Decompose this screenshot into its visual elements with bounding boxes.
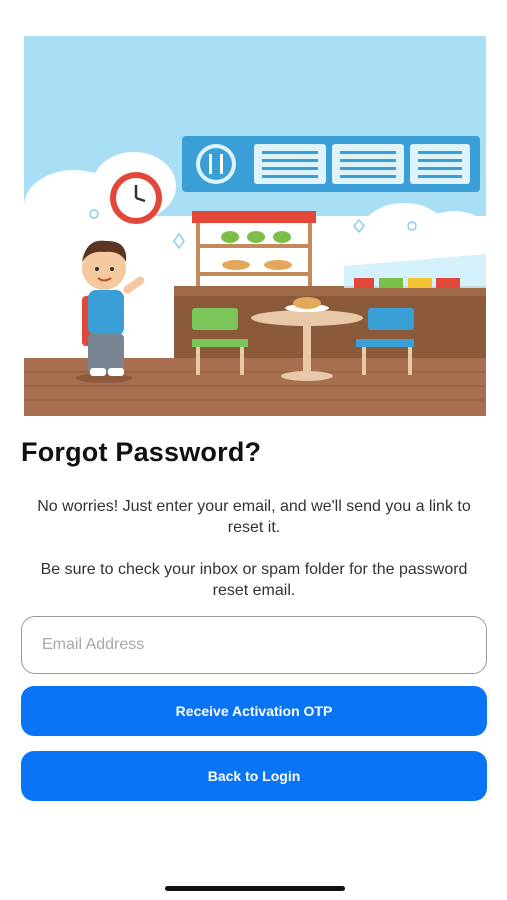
cafeteria-illustration: [24, 36, 486, 416]
page-title: Forgot Password?: [21, 437, 262, 467]
instruction-text: No worries! Just enter your email, and w…: [37, 498, 471, 536]
back-to-login-button[interactable]: Back to Login: [21, 751, 487, 801]
forgot-password-screen: Forgot Password? No worries! Just enter …: [0, 0, 507, 900]
home-indicator: [165, 886, 345, 891]
fork-knife-icon: [196, 144, 236, 184]
receive-otp-button[interactable]: Receive Activation OTP: [21, 686, 487, 736]
spam-folder-note: Be sure to check your inbox or spam fold…: [40, 561, 468, 599]
email-input[interactable]: [21, 616, 487, 674]
